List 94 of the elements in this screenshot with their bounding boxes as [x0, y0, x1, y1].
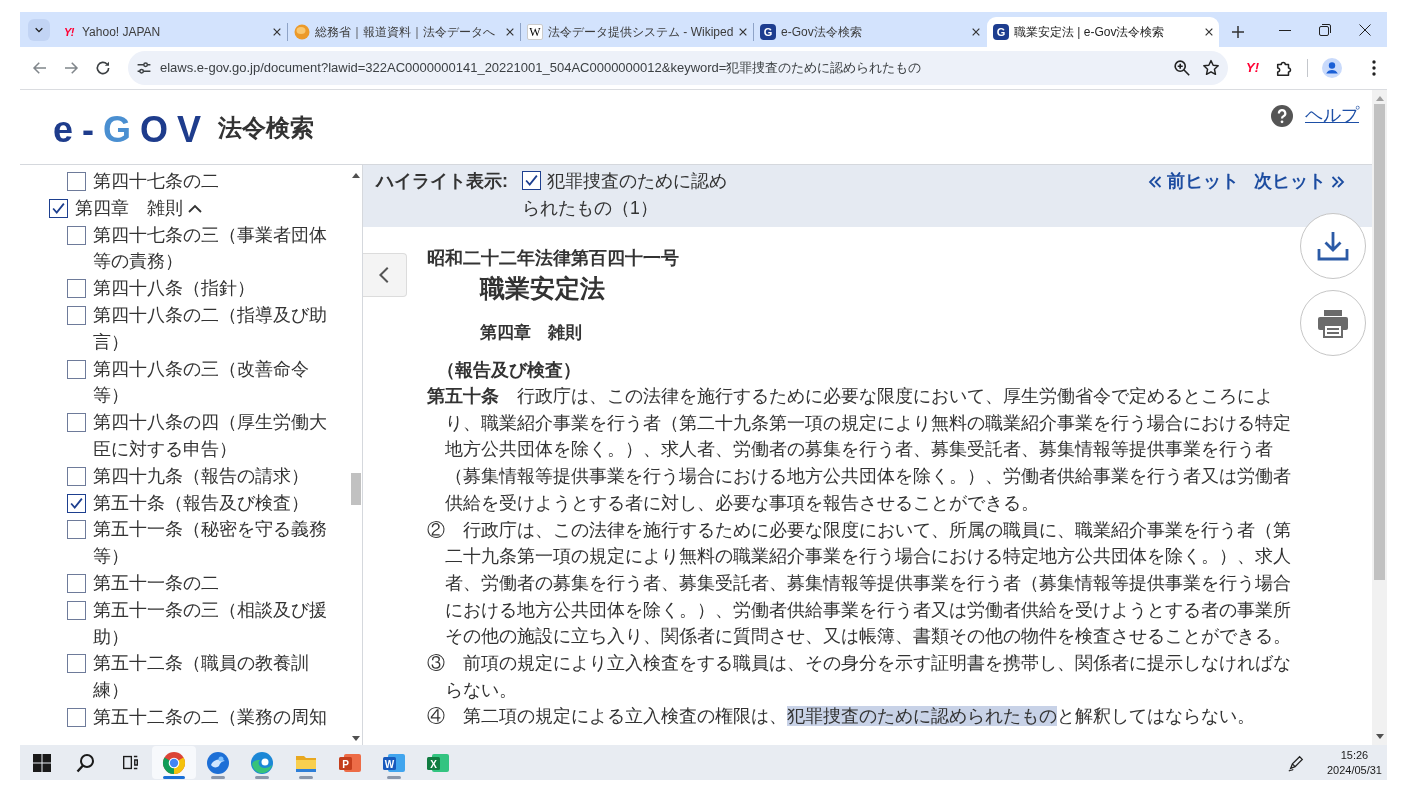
address-bar[interactable]: elaws.e-gov.go.jp/document?lawid=322AC0000000141_20221001_504AC0000000012&keyword=犯罪捜査のために認められたもの — [128, 51, 1228, 85]
favicon-icon: W — [527, 24, 543, 40]
scroll-up-icon[interactable] — [352, 173, 360, 178]
site-title: 法令検索 — [218, 113, 315, 143]
favicon-icon: G — [993, 24, 1009, 40]
scrollbar-thumb[interactable] — [1374, 104, 1385, 580]
toc-link[interactable]: 第四十七条の三（事業者団体等の責務） — [93, 221, 331, 276]
scrollbar-thumb[interactable] — [351, 473, 361, 505]
browser-tab[interactable]: Y! Yahoo! JAPAN — [55, 17, 287, 47]
bird-app-icon — [206, 750, 230, 775]
favicon-icon: G — [760, 24, 776, 40]
highlight-label: ハイライト表示: — [376, 170, 508, 193]
restore-icon[interactable] — [1319, 23, 1331, 36]
toc-link[interactable]: 第五十条（報告及び検査） — [93, 489, 309, 517]
tab-list-button[interactable] — [28, 18, 50, 41]
article-caption: （報告及び検査） — [437, 359, 582, 382]
taskbar-app[interactable]: X — [416, 746, 460, 779]
help-icon[interactable] — [1271, 105, 1293, 127]
scroll-down-icon[interactable] — [352, 736, 360, 741]
law-title: 職業安定法 — [480, 273, 606, 303]
clock-date: 2024/05/31 — [1326, 762, 1382, 778]
toc-link[interactable]: 第五十二条（職員の教養訓練） — [93, 650, 331, 704]
zoom-in-icon[interactable] — [1173, 59, 1191, 77]
checkbox[interactable] — [67, 573, 86, 593]
article-paragraph: ② 行政庁は、この法律を施行するために必要な限度において、所属の職員に、職業紹介事業を行う者（第二十九条第一項の規定により無料の職業紹介事業を行う場合における特定地方公共団体を除く。）、求人者、労働者の募集を行う者、募集受託者、募集情報等提供事業を行う者（募集情報等提供事業を行う場合における地方公共団体を除く。）、労働者供給事業を行う者又は労働者供給を受けようとする者の事業所その他の施設に立ち入り、関係者に質問させ、又は帳簿、書類その他の物件を検査させることができる。 — [427, 518, 1292, 649]
toc-link[interactable]: 第五十一条の二 — [93, 569, 219, 597]
chapter-heading: 第四章 雑則 — [480, 322, 583, 343]
checkbox[interactable] — [67, 520, 86, 540]
checkbox[interactable] — [67, 225, 86, 245]
extension-icon[interactable]: Y! — [1246, 60, 1259, 76]
toc-link[interactable]: 第四十八条の二（指導及び助言） — [93, 302, 331, 356]
browser-tab[interactable]: G e-Gov法令検索 — [754, 17, 986, 47]
close-icon[interactable] — [738, 27, 748, 37]
checkbox[interactable] — [49, 198, 68, 218]
close-icon[interactable] — [971, 27, 981, 37]
previous-hit-link[interactable]: 前ヒット — [1148, 168, 1239, 195]
checkbox[interactable] — [67, 359, 86, 379]
reload-icon[interactable] — [94, 59, 112, 77]
favicon-icon — [294, 24, 310, 40]
checkbox[interactable] — [67, 306, 86, 325]
law-number: 昭和二十二年法律第百四十一号 — [427, 247, 680, 269]
help-link[interactable]: ヘルプ — [1305, 103, 1359, 127]
avatar-icon[interactable] — [1322, 58, 1342, 78]
checkbox[interactable] — [67, 172, 86, 191]
taskbar-app[interactable]: P — [328, 746, 372, 779]
forward-arrow-icon[interactable] — [62, 59, 80, 77]
checkbox[interactable] — [67, 600, 86, 620]
close-icon[interactable] — [505, 27, 515, 37]
puzzle-icon[interactable] — [1275, 59, 1293, 77]
star-icon[interactable] — [1202, 59, 1220, 77]
toc-link[interactable]: 第四十八条の四（厚生労働大臣に対する申告） — [93, 409, 331, 463]
toc-link[interactable]: 第四十七条の二 — [93, 168, 219, 195]
checkbox[interactable] — [67, 466, 86, 486]
toc-link[interactable]: 第四十八条（指針） — [93, 275, 255, 302]
close-icon[interactable] — [272, 27, 282, 37]
toc-link[interactable]: 第四十九条（報告の請求） — [93, 462, 309, 490]
toc-link[interactable]: 第五十一条の三（相談及び援助） — [93, 596, 331, 651]
toc-link[interactable]: 第五十二条の二（業務の周知 — [93, 703, 327, 731]
start-icon[interactable] — [32, 752, 52, 773]
article-paragraph: 第五十条 行政庁は、この法律を施行するために必要な限度において、厚生労働省令で定めるところにより、職業紹介事業を行う者（第二十九条第一項の規定により無料の職業紹介事業を行う場合における特定地方公共団体を除く。）、求人者、労働者の募集を行う者、募集受託者、募集情報等提供事業を行う者（募集情報等提供事業を行う場合における地方公共団体を除く。）、労働者供給事業を行う者又は労働者供給を受けようとする者に対し、必要な事項を報告させることができる。 — [427, 385, 1292, 515]
taskbar-app[interactable] — [152, 746, 196, 779]
article-paragraph: ④ 第二項の規定による立入検査の権限は、犯罪捜査のために認められたもの と解釈してはならない。 — [427, 705, 1256, 729]
toc-link[interactable]: 第四章 雑則 — [75, 194, 183, 222]
checkbox[interactable] — [67, 413, 86, 433]
browser-tab[interactable]: 総務省｜報道資料｜法令データへ — [288, 17, 520, 47]
checkbox[interactable] — [522, 171, 541, 190]
toc-link[interactable]: 第四十八条の三（改善命令等） — [93, 355, 331, 410]
checkbox[interactable] — [67, 654, 86, 674]
article-paragraph: ③ 前項の規定により立入検査をする職員は、その身分を示す証明書を携帯し、関係者に提示しなければならない。 — [427, 652, 1292, 702]
task-view-icon[interactable] — [121, 754, 139, 771]
back-arrow-icon[interactable] — [31, 59, 49, 77]
toc-link[interactable]: 第五十一条（秘密を守る義務等） — [93, 516, 331, 570]
double-chevron-left-icon — [1148, 174, 1162, 189]
scroll-down-icon[interactable] — [1375, 734, 1384, 739]
browser-tab[interactable]: G 職業安定法 | e-Gov法令検索 — [987, 17, 1219, 47]
browser-tab[interactable]: W 法令データ提供システム - Wikiped — [521, 17, 753, 47]
round-browser-icon — [162, 750, 186, 775]
double-chevron-right-icon — [1331, 174, 1345, 189]
checkbox[interactable] — [67, 707, 86, 727]
kebab-menu-icon[interactable] — [1372, 60, 1376, 76]
favicon-icon: Y! — [61, 24, 77, 40]
checkbox[interactable] — [67, 279, 86, 299]
sliders-icon[interactable] — [136, 60, 152, 76]
taskbar-app[interactable]: W — [372, 746, 416, 779]
clock-time: 15:26 — [1340, 747, 1369, 763]
keyword-filter[interactable]: 犯罪捜査のために認められたもの（1） — [522, 168, 732, 222]
close-icon[interactable] — [1359, 23, 1371, 36]
close-icon[interactable] — [1204, 27, 1214, 37]
checkbox[interactable] — [67, 493, 86, 513]
plus-icon[interactable] — [1231, 24, 1245, 39]
search-icon[interactable] — [76, 752, 96, 773]
swirl-browser-icon — [250, 750, 274, 775]
pen-icon[interactable] — [1286, 753, 1305, 772]
next-hit-link[interactable]: 次ヒット — [1254, 168, 1345, 195]
